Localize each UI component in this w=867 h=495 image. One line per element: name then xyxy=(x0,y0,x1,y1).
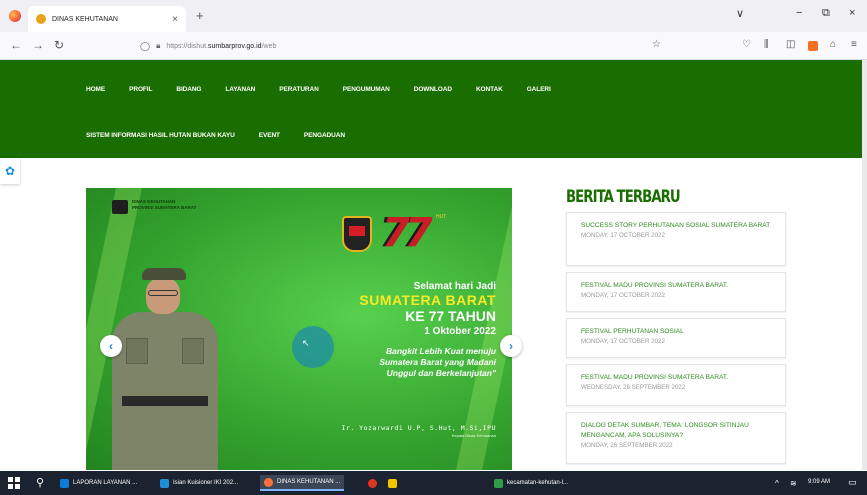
nav-item[interactable]: GALERI xyxy=(527,86,551,93)
news-date: MONDAY, 17 OCTOBER 2022 xyxy=(581,338,665,345)
maximize-button[interactable]: ⧉ xyxy=(822,7,830,20)
org-logo xyxy=(112,200,128,214)
news-section-title: BERITA TERBARU xyxy=(566,187,681,207)
nav-item[interactable]: PENGADUAN xyxy=(304,132,345,139)
list-all-tabs-button[interactable]: ∨ xyxy=(736,7,744,20)
firefox-logo-icon xyxy=(9,10,21,22)
close-window-button[interactable]: × xyxy=(849,7,855,19)
nav-item[interactable]: PENGUMUMAN xyxy=(343,86,390,93)
hero-slider: DINAS KEHUTANAN PROVINSI SUMATERA BARAT … xyxy=(86,188,512,470)
taskbar-app-5[interactable] xyxy=(384,475,405,491)
firefox-icon xyxy=(264,477,273,487)
greeting-line-2: SUMATERA BARAT xyxy=(359,292,496,308)
province-emblem-icon xyxy=(342,216,372,252)
nav-item[interactable]: HOME xyxy=(86,86,105,93)
site-main-nav: HOME PROFIL BIDANG LAYANAN PERATURAN PENGUMUM… xyxy=(0,60,862,158)
mouse-cursor-icon: ↖ xyxy=(302,338,310,348)
wifi-icon[interactable]: ≋ xyxy=(790,479,797,488)
page-shield-icon[interactable]: ◯ xyxy=(140,41,150,52)
slider-prev-button[interactable]: ‹ xyxy=(100,335,122,357)
tab-close-icon[interactable]: × xyxy=(172,14,178,25)
anniversary-logo: 77 xyxy=(382,210,433,256)
extension-icon[interactable] xyxy=(808,41,818,51)
windows-start-icon[interactable] xyxy=(8,477,20,489)
taskbar-app-laporan[interactable]: LAPORAN LAYANAN ... xyxy=(56,475,141,491)
tab-title: DINAS KEHUTANAN xyxy=(52,15,118,23)
pocket-icon[interactable]: ♡ xyxy=(742,39,751,50)
forward-button[interactable]: → xyxy=(32,38,44,52)
account-icon[interactable]: ⌂ xyxy=(830,39,836,50)
org-name: DINAS KEHUTANAN PROVINSI SUMATERA BARAT xyxy=(132,199,197,210)
nav-menu-row-1: HOME PROFIL BIDANG LAYANAN PERATURAN PENGUMUM… xyxy=(86,86,575,93)
gear-icon: ✿ xyxy=(4,164,16,178)
news-headline-link[interactable]: DIALOG DETAK SUMBAR, TEMA: LONGSOR SITIN… xyxy=(581,421,785,441)
lock-icon[interactable]: 🔒︎ xyxy=(156,41,160,51)
greeting-line-3: KE 77 TAHUN xyxy=(405,308,496,324)
signer-name: Ir. Yozarwardi U.P, S.Hut, M.Si,IPU xyxy=(341,424,496,432)
nav-item[interactable]: LAYANAN xyxy=(225,86,255,93)
minimize-button[interactable]: − xyxy=(796,7,802,19)
menu-icon[interactable]: ≡ xyxy=(851,39,857,50)
news-date: MONDAY, 26 SEPTEMBER 2022 xyxy=(581,442,673,449)
taskbar-app-firefox[interactable]: DINAS KEHUTANAN ... xyxy=(260,475,345,491)
browser-tab-active[interactable]: DINAS KEHUTANAN × xyxy=(28,6,186,32)
settings-toggle[interactable]: ✿ xyxy=(0,158,20,184)
nav-item[interactable]: PROFIL xyxy=(129,86,152,93)
sidebar-icon[interactable]: ◫ xyxy=(786,39,795,50)
nav-item[interactable]: EVENT xyxy=(259,132,280,139)
news-date: WEDNESDAY, 28 SEPTEMBER 2022 xyxy=(581,384,686,391)
back-button[interactable]: ← xyxy=(10,38,22,52)
greeting-line-1: Selamat hari Jadi xyxy=(413,281,496,292)
reload-button[interactable]: ↻ xyxy=(54,38,64,52)
browser-tab-bar: DINAS KEHUTANAN × + ∨ − ⧉ × xyxy=(0,0,867,32)
greeting-date: 1 Oktober 2022 xyxy=(424,326,496,337)
slider-next-button[interactable]: › xyxy=(500,335,522,357)
news-headline-link[interactable]: FESTIVAL MADU PROVINSI SUMATERA BARAT. xyxy=(581,281,785,291)
news-item[interactable]: FESTIVAL PERHUTANAN SOSIAL MONDAY, 17 OCT… xyxy=(566,318,786,358)
anniversary-logo-sup: HUT xyxy=(436,214,447,220)
news-item[interactable]: DIALOG DETAK SUMBAR, TEMA: LONGSOR SITIN… xyxy=(566,412,786,464)
address-bar[interactable]: ◯ 🔒︎ https://dishut.sumbarprov.go.id/web xyxy=(140,36,690,56)
news-date: MONDAY, 17 OCTOBER 2022 xyxy=(581,292,665,299)
signer-title: Kepala Dinas Kehutanan xyxy=(451,433,496,438)
page-scrollbar[interactable] xyxy=(862,60,867,470)
library-icon[interactable]: ⫼ xyxy=(764,39,769,50)
cursor-highlight xyxy=(292,326,334,368)
nav-menu-row-2: SISTEM INFORMASI HASIL HUTAN BUKAN KAYU E… xyxy=(86,132,369,139)
new-tab-button[interactable]: + xyxy=(196,8,204,23)
app-icon xyxy=(160,478,169,488)
browser-nav-bar: ← → ↻ ◯ 🔒︎ https://dishut.sumbarprov.go.… xyxy=(0,32,867,60)
app-icon xyxy=(368,478,377,488)
app-icon xyxy=(60,478,69,488)
news-item[interactable]: SUCCESS STORY PERHUTANAN SOSIAL SUMATERA… xyxy=(566,212,786,266)
nav-item[interactable]: BIDANG xyxy=(176,86,201,93)
news-item[interactable]: FESTIVAL MADU PROVINSI SUMATERA BARAT. MO… xyxy=(566,272,786,312)
taskbar-app-kuisioner[interactable]: Isian Kuisioner IKI 202... xyxy=(156,475,242,491)
site-favicon-icon xyxy=(36,14,46,24)
news-headline-link[interactable]: FESTIVAL PERHUTANAN SOSIAL xyxy=(581,327,785,337)
nav-item[interactable]: KONTAK xyxy=(476,86,503,93)
news-date: MONDAY, 17 OCTOBER 2022 xyxy=(581,232,665,239)
search-icon[interactable]: ⚲ xyxy=(36,476,44,489)
url-text[interactable]: https://dishut.sumbarprov.go.id/web xyxy=(166,43,276,50)
app-icon xyxy=(388,478,397,488)
news-headline-link[interactable]: FESTIVAL MADU PROVINSI SUMATERA BARAT. xyxy=(581,373,785,383)
taskbar-app-kecamatan[interactable]: kecamatan-kehutan-l... xyxy=(490,475,572,491)
nav-item[interactable]: PERATURAN xyxy=(279,86,319,93)
app-icon xyxy=(494,478,503,488)
clock[interactable]: 9:09 AM xyxy=(808,479,830,485)
nav-item[interactable]: DOWNLOAD xyxy=(414,86,452,93)
official-portrait xyxy=(104,268,224,470)
news-headline-link[interactable]: SUCCESS STORY PERHUTANAN SOSIAL SUMATERA… xyxy=(581,221,785,231)
taskbar-app-4[interactable] xyxy=(364,475,385,491)
news-item[interactable]: FESTIVAL MADU PROVINSI SUMATERA BARAT. WE… xyxy=(566,364,786,406)
notifications-icon[interactable]: ▭ xyxy=(848,477,857,488)
nav-item[interactable]: SISTEM INFORMASI HASIL HUTAN BUKAN KAYU xyxy=(86,132,235,139)
bookmark-star-icon[interactable]: ☆ xyxy=(652,39,661,50)
windows-taskbar: ⚲ LAPORAN LAYANAN ... Isian Kuisioner IK… xyxy=(0,471,867,495)
tray-chevron-icon[interactable]: ^ xyxy=(775,479,779,488)
